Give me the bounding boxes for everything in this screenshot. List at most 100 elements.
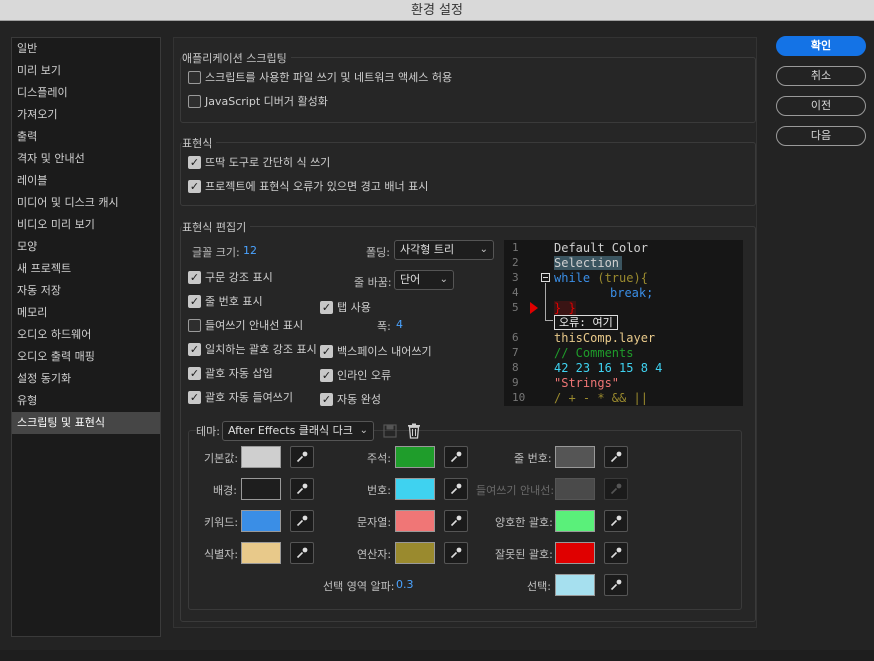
sidebar-item-memory[interactable]: 메모리 xyxy=(12,302,160,324)
previous-button[interactable]: 이전 xyxy=(776,96,866,116)
warning-banner-checkbox[interactable]: ✓ 프로젝트에 표현식 오류가 있으면 경고 배너 표시 xyxy=(188,178,428,194)
string-color-swatch[interactable] xyxy=(395,510,435,532)
line-numbers-checkbox[interactable]: ✓ 줄 번호 표시 xyxy=(188,293,263,309)
code-selection-line: Selection xyxy=(554,256,623,270)
eyedropper-icon[interactable] xyxy=(444,478,468,500)
sidebar-item-sync-settings[interactable]: 설정 동기화 xyxy=(12,368,160,390)
preferences-category-list[interactable]: 일반 미리 보기 디스플레이 가져오기 출력 격자 및 안내선 레이블 미디어 … xyxy=(11,37,161,637)
code-operator-line: / + - * && || xyxy=(554,391,648,405)
operator-token: ){ xyxy=(633,271,648,285)
sidebar-item-display[interactable]: 디스플레이 xyxy=(12,82,160,104)
checkmark-icon[interactable]: ✓ xyxy=(188,270,201,284)
sidebar-item-general[interactable]: 일반 xyxy=(12,38,160,60)
checkmark-icon[interactable]: ✓ xyxy=(188,366,201,380)
keyword-color-label: 키워드: xyxy=(204,516,239,529)
checkmark-icon[interactable]: ✓ xyxy=(188,342,201,356)
eyedropper-icon[interactable] xyxy=(444,510,468,532)
eyedropper-icon[interactable] xyxy=(604,510,628,532)
autocomplete-checkbox[interactable]: ✓ 자동 완성 xyxy=(320,391,381,407)
sidebar-item-appearance[interactable]: 모양 xyxy=(12,236,160,258)
selection-alpha-value[interactable]: 0.3 xyxy=(396,578,414,591)
allow-file-network-checkbox[interactable]: 스크립트를 사용한 파일 쓰기 및 네트워크 액세스 허용 xyxy=(188,69,452,85)
checkbox-label: 줄 번호 표시 xyxy=(205,295,263,308)
number-color-label: 번호: xyxy=(367,484,391,497)
default-color-label: 기본값: xyxy=(204,452,239,465)
background-color-swatch[interactable] xyxy=(241,478,281,500)
save-theme-icon[interactable] xyxy=(383,424,397,438)
matching-brackets-checkbox[interactable]: ✓ 일치하는 괄호 강조 표시 xyxy=(188,341,317,357)
eyedropper-icon[interactable] xyxy=(290,446,314,468)
keyword-color-swatch[interactable] xyxy=(241,510,281,532)
eyedropper-icon[interactable] xyxy=(444,446,468,468)
eyedropper-icon[interactable] xyxy=(604,574,628,596)
eyedropper-icon[interactable] xyxy=(604,446,628,468)
good-bracket-color-swatch[interactable] xyxy=(555,510,595,532)
selection-alpha-label: 선택 영역 알파: xyxy=(323,580,395,593)
fold-toggle-icon[interactable] xyxy=(541,273,550,282)
cancel-button[interactable]: 취소 xyxy=(776,66,866,86)
checkmark-icon[interactable]: ✓ xyxy=(188,179,201,193)
sidebar-item-output[interactable]: 출력 xyxy=(12,126,160,148)
auto-indent-brackets-checkbox[interactable]: ✓ 괄호 자동 들여쓰기 xyxy=(188,389,293,405)
checkbox-box[interactable] xyxy=(188,94,201,108)
eyedropper-icon[interactable] xyxy=(604,542,628,564)
eyedropper-icon[interactable] xyxy=(290,478,314,500)
comment-color-swatch[interactable] xyxy=(395,446,435,468)
sidebar-item-labels[interactable]: 레이블 xyxy=(12,170,160,192)
window-bottom-edge xyxy=(0,650,874,661)
pickwhip-compact-checkbox[interactable]: ✓ 뜨딱 도구로 간단히 식 쓰기 xyxy=(188,154,330,170)
checkmark-icon[interactable]: ✓ xyxy=(188,155,201,169)
bad-bracket-color-swatch[interactable] xyxy=(555,542,595,564)
js-debugger-checkbox[interactable]: JavaScript 디버거 활성화 xyxy=(188,93,328,109)
line-number-color-swatch[interactable] xyxy=(555,446,595,468)
eyedropper-icon[interactable] xyxy=(444,542,468,564)
sidebar-item-scripting-expressions[interactable]: 스크립팅 및 표현식 xyxy=(12,412,160,434)
line-number: 10 xyxy=(512,391,526,404)
indent-guides-checkbox[interactable]: 들여쓰기 안내선 표시 xyxy=(188,317,303,333)
tab-width-value[interactable]: 4 xyxy=(396,318,403,331)
checkmark-icon[interactable]: ✓ xyxy=(188,294,201,308)
number-color-swatch[interactable] xyxy=(395,478,435,500)
sidebar-item-video-preview[interactable]: 비디오 미리 보기 xyxy=(12,214,160,236)
word-wrap-dropdown[interactable]: 단어 ⌄ xyxy=(394,270,454,290)
font-size-value[interactable]: 12 xyxy=(243,244,257,257)
auto-brackets-checkbox[interactable]: ✓ 괄호 자동 삽입 xyxy=(188,365,273,381)
inline-errors-checkbox[interactable]: ✓ 인라인 오류 xyxy=(320,367,391,383)
default-color-swatch[interactable] xyxy=(241,446,281,468)
code-number-line: 42 23 16 15 8 4 xyxy=(554,361,663,375)
selection-color-swatch[interactable] xyxy=(555,574,595,596)
checkmark-icon[interactable]: ✓ xyxy=(320,300,333,314)
checkmark-icon[interactable]: ✓ xyxy=(188,390,201,404)
eyedropper-icon[interactable] xyxy=(290,510,314,532)
theme-dropdown[interactable]: After Effects 클래식 다크 ⌄ xyxy=(222,421,374,441)
checkbox-label: 괄호 자동 삽입 xyxy=(205,367,273,380)
checkbox-box[interactable] xyxy=(188,318,201,332)
folding-dropdown[interactable]: 사각형 트리 ⌄ xyxy=(394,240,494,260)
operator-color-swatch[interactable] xyxy=(395,542,435,564)
next-button[interactable]: 다음 xyxy=(776,126,866,146)
ok-button[interactable]: 확인 xyxy=(776,36,866,56)
trash-icon[interactable] xyxy=(407,423,421,439)
eyedropper-icon[interactable] xyxy=(290,542,314,564)
sidebar-item-audio-hardware[interactable]: 오디오 하드웨어 xyxy=(12,324,160,346)
sidebar-item-import[interactable]: 가져오기 xyxy=(12,104,160,126)
sidebar-item-auto-save[interactable]: 자동 저장 xyxy=(12,280,160,302)
sidebar-item-previews[interactable]: 미리 보기 xyxy=(12,60,160,82)
code-identifier-line: thisComp.layer xyxy=(554,331,656,345)
identifier-color-swatch[interactable] xyxy=(241,542,281,564)
checkbox-box[interactable] xyxy=(188,70,201,84)
checkmark-icon[interactable]: ✓ xyxy=(320,392,333,406)
checkmark-icon[interactable]: ✓ xyxy=(320,344,333,358)
sidebar-item-audio-output-mapping[interactable]: 오디오 출력 매핑 xyxy=(12,346,160,368)
bad-bracket-color-label: 잘못된 괄호: xyxy=(495,548,553,561)
use-tabs-checkbox[interactable]: ✓ 탭 사용 xyxy=(320,299,371,315)
sidebar-item-type[interactable]: 유형 xyxy=(12,390,160,412)
sidebar-item-new-project[interactable]: 새 프로젝트 xyxy=(12,258,160,280)
selection-color-label: 선택: xyxy=(527,580,551,593)
sidebar-item-media-cache[interactable]: 미디어 및 디스크 캐시 xyxy=(12,192,160,214)
sidebar-item-grids-guides[interactable]: 격자 및 안내선 xyxy=(12,148,160,170)
backspace-unindent-checkbox[interactable]: ✓ 백스페이스 내어쓰기 xyxy=(320,343,432,359)
checkbox-label: 프로젝트에 표현식 오류가 있으면 경고 배너 표시 xyxy=(205,180,429,193)
syntax-highlight-checkbox[interactable]: ✓ 구문 강조 표시 xyxy=(188,269,273,285)
checkmark-icon[interactable]: ✓ xyxy=(320,368,333,382)
